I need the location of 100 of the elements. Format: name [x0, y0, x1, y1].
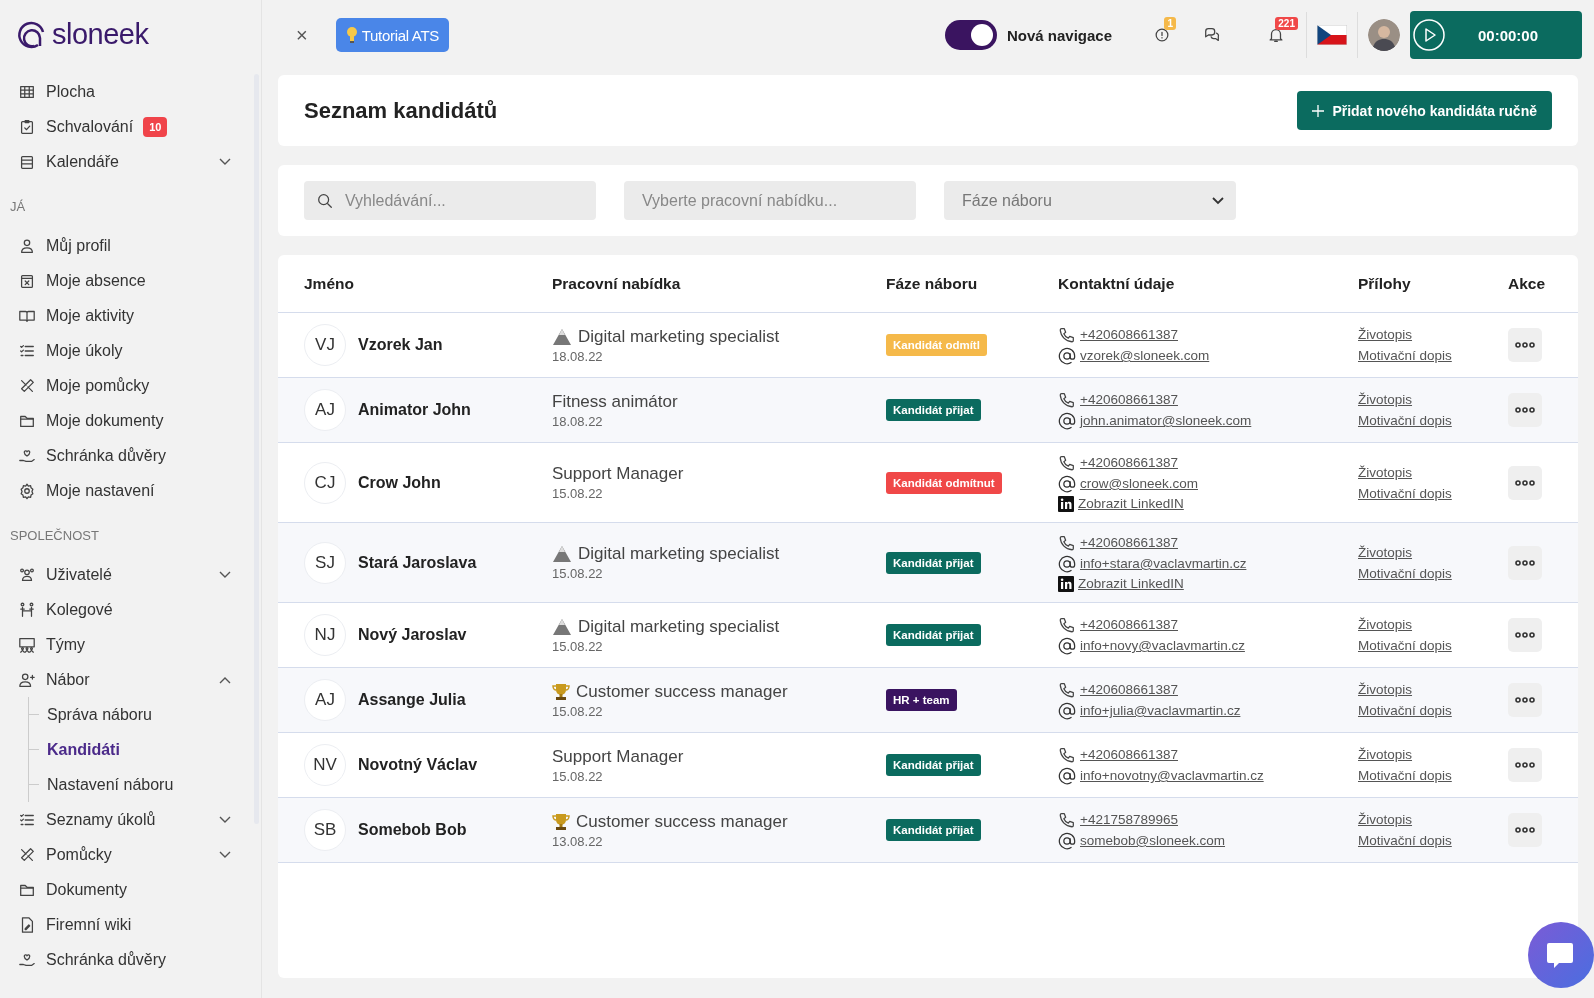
- sidebar-item[interactable]: Moje úkoly: [0, 333, 261, 368]
- phase-dropdown[interactable]: Fáze náboru: [944, 181, 1236, 220]
- linkedin-link[interactable]: Zobrazit LinkedIN: [1078, 576, 1184, 591]
- phone-link[interactable]: +420608661387: [1080, 535, 1178, 550]
- phone-link[interactable]: +420608661387: [1080, 682, 1178, 697]
- count-badge: 10: [143, 116, 168, 137]
- logo-text: sloneek: [52, 17, 149, 51]
- email-link[interactable]: somebob@sloneek.com: [1080, 833, 1226, 848]
- section-heading: SPOLEČNOST: [10, 528, 99, 543]
- email-link[interactable]: john.animator@sloneek.com: [1080, 413, 1252, 428]
- sidebar-item[interactable]: Plocha: [0, 74, 261, 109]
- search-icon: [316, 192, 334, 210]
- sidebar-item[interactable]: Moje aktivity: [0, 298, 261, 333]
- colleagues-icon: [18, 600, 36, 619]
- sidebar-item[interactable]: Schvalování 10: [0, 109, 261, 144]
- sidebar-item[interactable]: Kolegové: [0, 592, 261, 627]
- sidebar-item[interactable]: Firemní wiki: [0, 907, 261, 942]
- sidebar-item[interactable]: Pomůcky: [0, 837, 261, 872]
- attachment-link[interactable]: Motivační dopis: [1358, 485, 1508, 501]
- email-link[interactable]: info+stara@vaclavmartin.cz: [1080, 556, 1247, 571]
- email-link[interactable]: crow@sloneek.com: [1080, 476, 1198, 491]
- email-link[interactable]: info+novotny@vaclavmartin.cz: [1080, 768, 1264, 783]
- sidebar-item[interactable]: Schránka důvěry: [0, 942, 261, 977]
- sidebar-subitem[interactable]: Kandidáti: [47, 740, 120, 759]
- job-offer-field[interactable]: Vyberte pracovní nabídku...: [624, 181, 916, 220]
- sidebar-item[interactable]: Moje pomůcky: [0, 368, 261, 403]
- more-button[interactable]: [1508, 748, 1542, 782]
- section-heading: JÁ: [10, 199, 26, 214]
- flag-icon[interactable]: [1317, 25, 1347, 45]
- email-link[interactable]: info+novy@vaclavmartin.cz: [1080, 638, 1245, 653]
- sidebar-item[interactable]: Nábor: [0, 662, 261, 697]
- phone-link[interactable]: +421758789965: [1080, 812, 1178, 827]
- candidate-name: Somebob Bob: [358, 821, 467, 839]
- sidebar-item[interactable]: Moje absence: [0, 263, 261, 298]
- sidebar-item[interactable]: Uživatelé: [0, 557, 261, 592]
- attachment-link[interactable]: Motivační dopis: [1358, 348, 1508, 363]
- more-button[interactable]: [1508, 813, 1542, 847]
- avatar-initials: AJ: [304, 389, 346, 431]
- close-button[interactable]: ×: [278, 23, 326, 47]
- attachment-link[interactable]: Motivační dopis: [1358, 833, 1508, 848]
- sidebar-item[interactable]: Moje nastavení: [0, 473, 261, 508]
- email-link[interactable]: vzorek@sloneek.com: [1080, 348, 1210, 363]
- attachment-link[interactable]: Životopis: [1358, 747, 1508, 762]
- sidebar-item[interactable]: Schránka důvěry: [0, 438, 261, 473]
- avatar-initials: NJ: [304, 614, 346, 656]
- sidebar-subitem[interactable]: Správa náboru: [47, 705, 152, 724]
- phone-link[interactable]: +420608661387: [1080, 455, 1178, 470]
- attachment-link[interactable]: Životopis: [1358, 544, 1508, 560]
- attachment-link[interactable]: Motivační dopis: [1358, 703, 1508, 718]
- phone-icon: [1058, 390, 1076, 409]
- linkedin-icon: [1058, 495, 1074, 512]
- phone-link[interactable]: +420608661387: [1080, 327, 1178, 342]
- job-title: Fitness animátor: [552, 391, 678, 412]
- sidebar-subitem[interactable]: Nastavení náboru: [47, 775, 174, 794]
- attachment-link[interactable]: Životopis: [1358, 812, 1508, 827]
- sidebar-item[interactable]: Seznamy úkolů: [0, 802, 261, 837]
- sidebar-item[interactable]: Dokumenty: [0, 872, 261, 907]
- more-icon: [1515, 559, 1535, 566]
- page-title: Seznam kandidátů: [304, 97, 498, 124]
- add-candidate-button[interactable]: Přidat nového kandidáta ručně: [1297, 91, 1552, 130]
- more-button[interactable]: [1508, 683, 1542, 717]
- phone-link[interactable]: +420608661387: [1080, 617, 1178, 632]
- job-title: Digital marketing specialist: [578, 544, 780, 564]
- column-header: Jméno: [304, 274, 354, 292]
- attachment-link[interactable]: Motivační dopis: [1358, 565, 1508, 581]
- phone-icon: [1058, 680, 1076, 699]
- avatar-icon[interactable]: [1368, 19, 1400, 51]
- candidate-name: Crow John: [358, 473, 441, 492]
- tutorial-button[interactable]: Tutorial ATS: [335, 18, 449, 52]
- attachment-link[interactable]: Životopis: [1358, 682, 1508, 697]
- phone-link[interactable]: +420608661387: [1080, 392, 1178, 407]
- stage-tag: Kandidát přijat: [886, 624, 981, 646]
- bell-icon: [1267, 26, 1285, 44]
- team-board-icon: [18, 635, 36, 654]
- attachment-link[interactable]: Životopis: [1358, 617, 1508, 632]
- more-button[interactable]: [1508, 465, 1542, 500]
- attachment-link[interactable]: Životopis: [1358, 464, 1508, 480]
- timer-button[interactable]: 00:00:00: [1410, 11, 1582, 59]
- navigation-toggle[interactable]: [944, 20, 997, 50]
- attachment-link[interactable]: Životopis: [1358, 327, 1508, 342]
- sidebar-item[interactable]: Týmy: [0, 627, 261, 662]
- more-icon: [1515, 407, 1535, 413]
- more-button[interactable]: [1508, 328, 1542, 362]
- attachment-link[interactable]: Motivační dopis: [1358, 413, 1508, 428]
- sidebar-item[interactable]: Moje dokumenty: [0, 403, 261, 438]
- stage-tag: HR + team: [886, 689, 957, 711]
- attachment-link[interactable]: Životopis: [1358, 392, 1508, 407]
- email-link[interactable]: info+julia@vaclavmartin.cz: [1080, 703, 1241, 718]
- sidebar-item[interactable]: Kalendáře: [0, 144, 261, 179]
- more-button[interactable]: [1508, 618, 1542, 652]
- phone-link[interactable]: +420608661387: [1080, 747, 1178, 762]
- more-button[interactable]: [1508, 545, 1542, 580]
- attachment-link[interactable]: Motivační dopis: [1358, 768, 1508, 783]
- more-button[interactable]: [1508, 393, 1542, 427]
- more-icon: [1515, 632, 1535, 638]
- search-field[interactable]: Vyhledávání...: [304, 181, 596, 220]
- linkedin-link[interactable]: Zobrazit LinkedIN: [1078, 496, 1184, 511]
- job-date: 15.08.22: [552, 486, 604, 501]
- sidebar-item[interactable]: Můj profil: [0, 228, 261, 263]
- attachment-link[interactable]: Motivační dopis: [1358, 638, 1508, 653]
